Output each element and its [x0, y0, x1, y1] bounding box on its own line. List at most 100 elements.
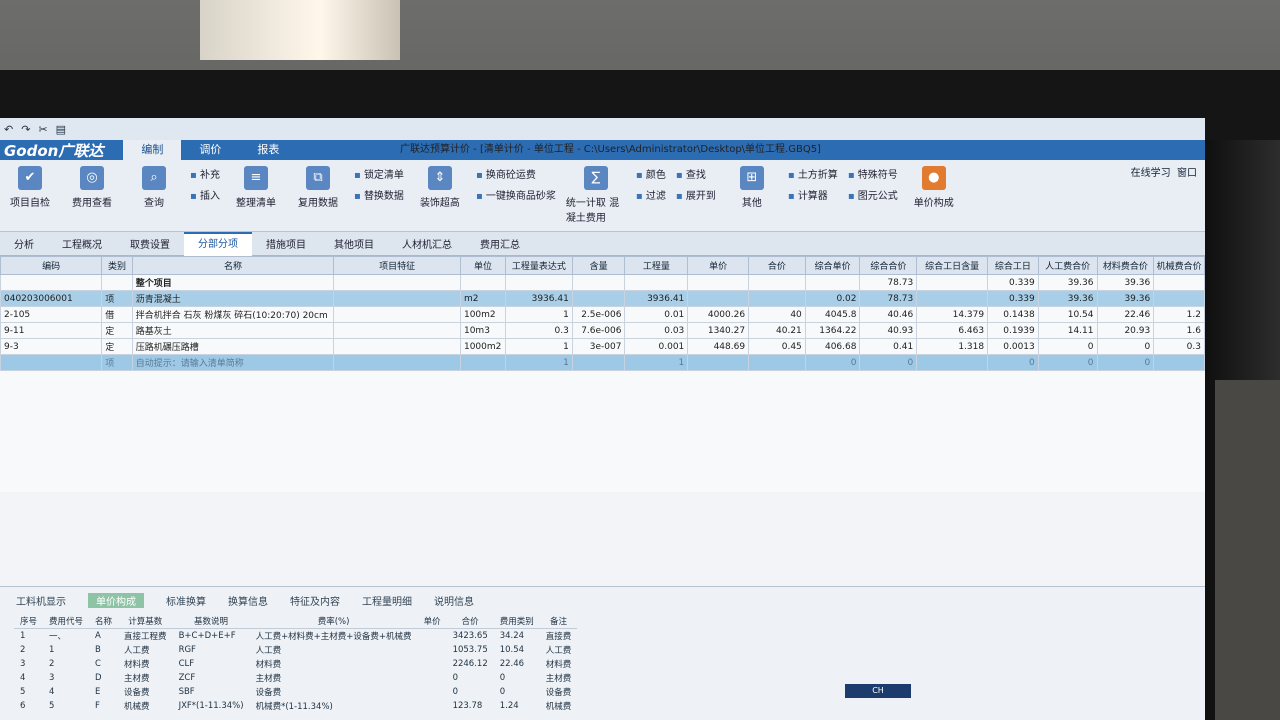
table-cell[interactable]: 沥青混凝土 — [131, 290, 335, 307]
fee-cell[interactable]: 直接工程费 — [118, 629, 173, 644]
table-cell[interactable] — [571, 354, 626, 371]
table-cell[interactable]: 7.6e-006 — [571, 322, 626, 339]
col-header[interactable]: 综合工日含量 — [916, 256, 989, 275]
fee-cell[interactable]: 机械费 — [540, 699, 578, 713]
table-cell[interactable]: 定 — [101, 338, 133, 355]
table-cell[interactable]: 39.36 — [1096, 274, 1155, 291]
table-cell[interactable]: 39.36 — [1096, 290, 1155, 307]
table-cell[interactable]: 0 — [804, 354, 861, 371]
fee-cell[interactable] — [418, 643, 447, 657]
query-button[interactable]: ⌕ 查询 — [128, 166, 180, 209]
table-cell[interactable] — [916, 354, 989, 371]
table-cell[interactable]: 4045.8 — [804, 306, 861, 323]
tab-unit-price-composition[interactable]: 单价构成 — [88, 593, 144, 608]
table-cell[interactable]: 39.36 — [1037, 274, 1098, 291]
table-cell[interactable]: 406.68 — [804, 338, 861, 355]
table-cell[interactable]: 14.379 — [916, 306, 989, 323]
special-symbol-button[interactable]: 特殊符号 — [848, 166, 898, 181]
fee-cell[interactable]: 5 — [43, 699, 89, 713]
table-cell[interactable]: 0 — [1096, 354, 1155, 371]
fee-cell[interactable] — [418, 657, 447, 671]
tab-measures[interactable]: 措施项目 — [252, 236, 320, 251]
table-cell[interactable]: 0.3 — [504, 322, 573, 339]
fee-cell[interactable] — [418, 629, 447, 644]
fee-cell[interactable]: 人工费 — [540, 643, 578, 657]
expand-button[interactable]: 展开到 — [676, 187, 716, 202]
table-row[interactable]: 整个项目 78.73 0.339 39.36 39.36 — [0, 274, 1205, 291]
tab-quantity-detail[interactable]: 工程量明细 — [362, 593, 412, 608]
color-button[interactable]: 颜色 — [636, 166, 666, 181]
table-cell[interactable]: 4000.26 — [687, 306, 750, 323]
table-cell[interactable]: 1.6 — [1153, 322, 1205, 339]
table-cell[interactable]: 10m3 — [459, 322, 506, 339]
table-cell[interactable] — [748, 354, 806, 371]
table-row[interactable]: 项自动提示：请输入清单简称 1 1 0 0 0 0 0 — [0, 354, 1205, 371]
filter-button[interactable]: 过滤 — [636, 187, 666, 202]
online-learning-button[interactable]: 在线学习 — [1131, 168, 1171, 179]
table-cell[interactable] — [687, 290, 750, 307]
table-cell[interactable] — [0, 274, 103, 291]
table-cell[interactable]: 0.001 — [624, 338, 689, 355]
supplement-button[interactable]: 补充 — [190, 166, 220, 181]
fee-cell[interactable]: 机械费 — [118, 699, 173, 713]
table-cell[interactable]: 20.93 — [1096, 322, 1155, 339]
col-header[interactable]: 名称 — [131, 256, 335, 275]
table-cell[interactable] — [687, 354, 750, 371]
table-cell[interactable] — [748, 274, 806, 291]
col-header[interactable]: 机械费合价 — [1153, 256, 1205, 275]
fee-cell[interactable]: 4 — [14, 671, 43, 685]
col-header[interactable]: 综合合价 — [859, 256, 918, 275]
table-cell[interactable]: 10.54 — [1037, 306, 1098, 323]
fee-cell[interactable]: 0 — [494, 685, 540, 699]
fee-cell[interactable]: 1053.75 — [447, 643, 494, 657]
replace-data-button[interactable]: 替换数据 — [354, 187, 404, 202]
col-header[interactable]: 类别 — [101, 256, 133, 275]
tab-edit[interactable]: 编制 — [123, 140, 182, 160]
fee-cell[interactable]: 主材费 — [250, 671, 418, 685]
table-cell[interactable]: 14.11 — [1037, 322, 1098, 339]
tab-resource-display[interactable]: 工料机显示 — [16, 593, 66, 608]
table-cell[interactable]: 整个项目 — [131, 274, 335, 291]
unit-price-button[interactable]: ● 单价构成 — [908, 166, 960, 209]
table-cell[interactable]: 自动提示：请输入清单简称 — [131, 354, 335, 371]
fee-cell[interactable]: 直接费 — [540, 629, 578, 644]
table-cell[interactable]: 0 — [859, 354, 918, 371]
fee-cell[interactable]: 2246.12 — [447, 657, 494, 671]
col-header[interactable]: 单位 — [459, 256, 506, 275]
table-cell[interactable] — [804, 274, 861, 291]
tab-fee-summary[interactable]: 费用汇总 — [466, 236, 534, 251]
table-cell[interactable] — [916, 290, 989, 307]
table-cell[interactable] — [101, 274, 133, 291]
table-cell[interactable]: 40.93 — [859, 322, 918, 339]
table-cell[interactable]: 0.03 — [624, 322, 689, 339]
fee-row[interactable]: 5 4 E 设备费 SBF 设备费 0 0 设备费 — [14, 685, 577, 699]
organize-list-button[interactable]: ≡ 整理清单 — [230, 166, 282, 209]
tab-conversion-info[interactable]: 换算信息 — [228, 593, 268, 608]
table-cell[interactable]: 借 — [101, 306, 133, 323]
other-button[interactable]: ⊞ 其他 — [726, 166, 778, 209]
table-cell[interactable]: 40 — [748, 306, 806, 323]
fee-cell[interactable]: SBF — [173, 685, 250, 699]
fee-cell[interactable]: 3 — [43, 671, 89, 685]
table-cell[interactable] — [333, 290, 461, 307]
fee-cell[interactable]: 人工费 — [250, 643, 418, 657]
fee-cell[interactable]: 人工费+材料费+主材费+设备费+机械费 — [250, 629, 418, 644]
fee-cell[interactable]: B+C+D+E+F — [173, 629, 250, 644]
table-cell[interactable]: 0.3 — [1153, 338, 1205, 355]
fee-cell[interactable]: 2 — [14, 643, 43, 657]
table-cell[interactable] — [333, 322, 461, 339]
table-cell[interactable] — [459, 354, 506, 371]
fee-row[interactable]: 6 5 F 机械费 JXF*(1-11.34%) 机械费*(1-11.34%) 123.78… — [14, 699, 577, 713]
fee-cell[interactable]: 123.78 — [447, 699, 494, 713]
table-cell[interactable]: 22.46 — [1096, 306, 1155, 323]
tab-features[interactable]: 特征及内容 — [290, 593, 340, 608]
tab-fee-settings[interactable]: 取费设置 — [116, 236, 184, 251]
table-row[interactable]: 9-3 定压路机碾压路槽 1000m2 1 3e-007 0.001 448.69 0.45 4… — [0, 338, 1205, 355]
table-cell[interactable]: 路基灰土 — [131, 322, 335, 339]
table-cell[interactable]: 0.339 — [987, 274, 1039, 291]
col-header[interactable]: 人工费合价 — [1037, 256, 1098, 275]
fee-cell[interactable]: CLF — [173, 657, 250, 671]
fee-row[interactable]: 4 3 D 主材费 ZCF 主材费 0 0 主材费 — [14, 671, 577, 685]
undo-icon[interactable]: ↶ — [4, 123, 13, 136]
fee-cell[interactable]: 材料费 — [250, 657, 418, 671]
